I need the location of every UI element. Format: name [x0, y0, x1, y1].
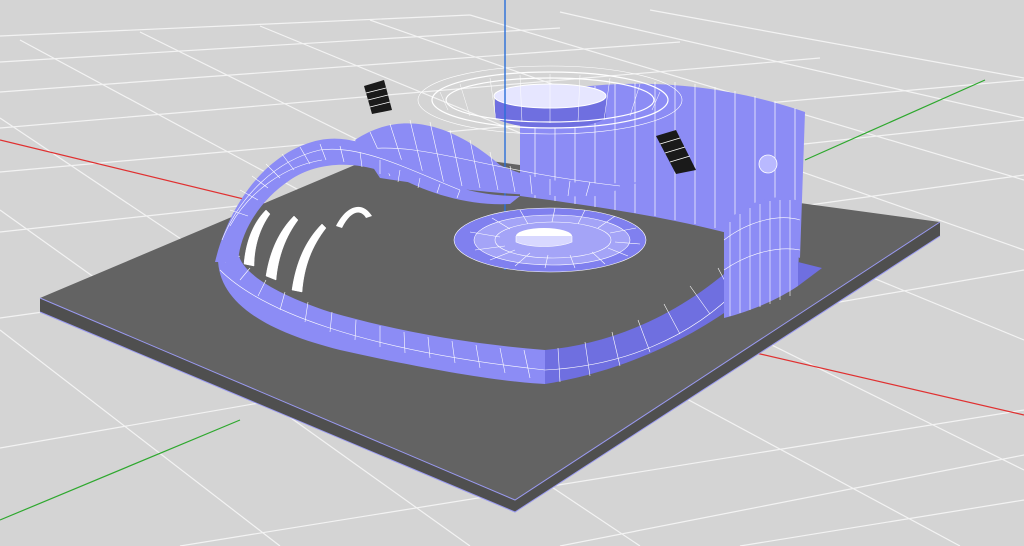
wall-sphere-fixture	[758, 154, 778, 174]
center-stage-side	[515, 236, 573, 247]
scene-canvas[interactable]	[0, 0, 1024, 546]
central-stage-dish[interactable]	[453, 207, 647, 273]
3d-viewport[interactable]	[0, 0, 1024, 546]
